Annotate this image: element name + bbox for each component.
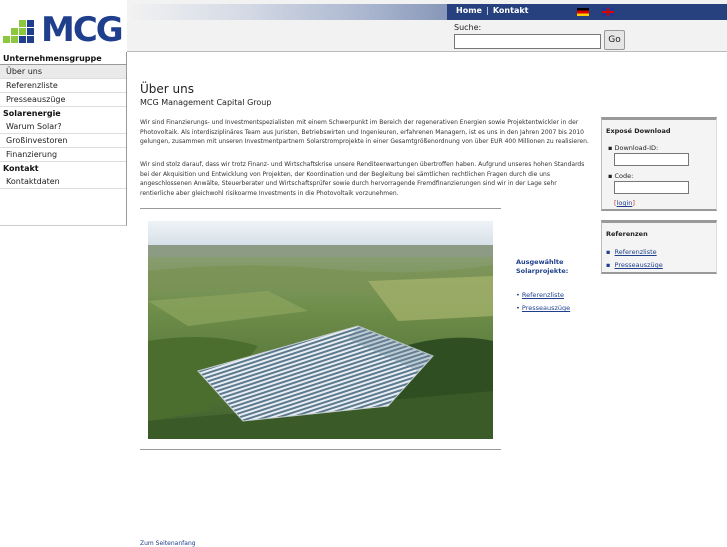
project-link-label[interactable]: Presseauszüge	[522, 304, 570, 312]
project-link-presseauszuege[interactable]: • Presseauszüge	[516, 304, 570, 312]
back-to-top-link[interactable]: Zum Seitenanfang	[140, 540, 196, 547]
referenzen-panel: Referenzen ▪ Referenzliste ▪ Presseauszü…	[601, 220, 717, 274]
header: MCG Home | Kontakt Suche: Go	[0, 0, 727, 52]
logo-square	[19, 36, 26, 43]
sidebar-item-warum-solar[interactable]: Warum Solar?	[0, 120, 126, 134]
search-label: Suche:	[454, 23, 482, 32]
search-input[interactable]	[454, 34, 601, 49]
project-link-label[interactable]: Referenzliste	[522, 291, 564, 299]
sidebar-heading-kontakt[interactable]: Kontakt	[0, 162, 126, 175]
code-label-text: Code:	[614, 172, 634, 180]
divider	[140, 208, 501, 209]
page-subtitle: MCG Management Capital Group	[140, 98, 272, 107]
ref-link-presseauszuege[interactable]: ▪ Presseauszüge	[606, 261, 663, 269]
logo-text: MCG	[41, 10, 124, 50]
intro-paragraph: Wir sind Finanzierungs- und Investmentsp…	[140, 119, 589, 145]
sidebar-item-grossinvestoren[interactable]: Großinvestoren	[0, 134, 126, 148]
code-field[interactable]	[614, 181, 689, 194]
expose-download-panel: Exposé Download ▪ Download-ID: ▪ Code: […	[601, 117, 717, 211]
search-go-button[interactable]: Go	[604, 30, 625, 50]
sidebar-item-kontaktdaten[interactable]: Kontaktdaten	[0, 175, 126, 189]
logo-square	[11, 28, 18, 35]
solar-park-photo	[148, 221, 493, 439]
sidebar-item-presseauszuege[interactable]: Presseauszüge	[0, 93, 126, 107]
header-gradient	[127, 4, 447, 20]
logo-square	[27, 36, 34, 43]
logo-square	[27, 28, 34, 35]
sidebar-item-referenzliste[interactable]: Referenzliste	[0, 79, 126, 93]
ref-link-referenzliste[interactable]: ▪ Referenzliste	[606, 248, 657, 256]
english-flag-icon[interactable]	[602, 8, 614, 16]
ref-link-label[interactable]: Referenzliste	[615, 248, 657, 256]
divider	[140, 449, 501, 450]
logo-square	[19, 20, 26, 27]
login-link-label[interactable]: login	[617, 199, 633, 207]
download-id-label-text: Download-ID:	[614, 144, 659, 152]
projects-heading: Ausgewählte Solarprojekte:	[516, 258, 569, 275]
sidebar: Unternehmensgruppe Über uns Referenzlist…	[0, 52, 127, 226]
logo-square	[27, 20, 34, 27]
body-paragraph: Wir sind stolz darauf, dass wir trotz Fi…	[140, 161, 585, 197]
panel-title: Exposé Download	[606, 127, 671, 135]
logo[interactable]: MCG	[0, 0, 127, 52]
home-link[interactable]: Home	[452, 5, 486, 17]
german-flag-icon[interactable]	[577, 8, 589, 16]
sidebar-item-finanzierung[interactable]: Finanzierung	[0, 148, 126, 162]
contact-link[interactable]: Kontakt	[489, 5, 533, 17]
download-id-label: ▪ Download-ID:	[608, 144, 659, 152]
logo-square	[3, 36, 10, 43]
logo-square	[19, 28, 26, 35]
sidebar-item-ueber-uns[interactable]: Über uns	[0, 65, 126, 79]
project-link-referenzliste[interactable]: • Referenzliste	[516, 291, 564, 299]
download-id-field[interactable]	[614, 153, 689, 166]
ref-link-label[interactable]: Presseauszüge	[615, 261, 663, 269]
code-label: ▪ Code:	[608, 172, 634, 180]
page-title: Über uns	[140, 82, 194, 96]
sidebar-heading-unternehmensgruppe[interactable]: Unternehmensgruppe	[0, 52, 126, 65]
panel-title: Referenzen	[606, 230, 648, 238]
top-nav: Home | Kontakt	[452, 5, 533, 17]
logo-square	[11, 36, 18, 43]
sidebar-heading-solarenergie[interactable]: Solarenergie	[0, 107, 126, 120]
login-link[interactable]: [login]	[614, 199, 635, 207]
